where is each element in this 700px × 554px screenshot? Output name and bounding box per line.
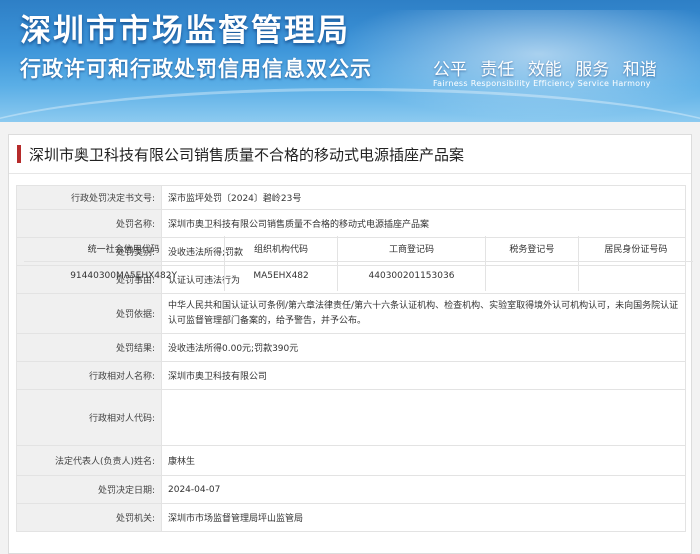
site-subtitle: 行政许可和行政处罚信用信息双公示 bbox=[20, 57, 372, 81]
table-row: 行政处罚决定书文号: 深市监坪处罚〔2024〕碧岭23号 bbox=[16, 185, 686, 210]
slogan: 公平 责任 效能 服务 和谐 bbox=[433, 55, 657, 80]
site-title: 深圳市市场监督管理局 bbox=[20, 13, 350, 49]
header-banner: 深圳市市场监督管理局 行政许可和行政处罚信用信息双公示 公平 责任 效能 服务 … bbox=[0, 0, 700, 122]
business-reg-code: 440300201153036 bbox=[337, 261, 486, 291]
table-row: 处罚依据: 中华人民共和国认证认可条例/第六章法律责任/第六十六条认证机构、检查… bbox=[16, 293, 686, 334]
table-row: 处罚结果: 没收违法所得0.00元;罚款390元 bbox=[16, 333, 686, 362]
field-label: 行政相对人代码: bbox=[16, 389, 162, 446]
slogan-english: Fairness Responsibility Efficiency Servi… bbox=[433, 79, 651, 88]
case-panel: 深圳市奥卫科技有限公司销售质量不合格的移动式电源插座产品案 行政处罚决定书文号:… bbox=[8, 134, 693, 554]
table-row: 处罚决定日期: 2024-04-07 bbox=[16, 475, 686, 504]
party-name: 深圳市奥卫科技有限公司 bbox=[161, 361, 686, 390]
slogan-item: 效能 bbox=[527, 60, 562, 80]
decision-number: 深市监坪处罚〔2024〕碧岭23号 bbox=[161, 185, 686, 210]
penalty-name: 深圳市奥卫科技有限公司销售质量不合格的移动式电源插座产品案 bbox=[161, 209, 686, 238]
slogan-item: 公平 bbox=[433, 60, 467, 80]
code-header: 税务登记号 bbox=[484, 235, 579, 262]
code-header: 工商登记码 bbox=[337, 235, 486, 262]
table-row: 处罚机关: 深圳市市场监督管理局坪山监管局 bbox=[16, 503, 686, 532]
table-row: 法定代表人(负责人)姓名: 康林生 bbox=[16, 445, 686, 476]
credit-code: 91440300MA5EHX482Y bbox=[70, 271, 177, 282]
penalty-basis: 中华人民共和国认证认可条例/第六章法律责任/第六十六条认证机构、检查机构、实验室… bbox=[161, 293, 686, 334]
field-label: 处罚结果: bbox=[16, 333, 162, 362]
id-card-number bbox=[578, 261, 693, 291]
code-header: 居民身份证号码 bbox=[578, 235, 693, 262]
tax-reg-code bbox=[484, 261, 579, 291]
code-header: 统一社会信用代码 bbox=[23, 235, 225, 262]
slogan-item: 责任 bbox=[480, 60, 515, 80]
field-label: 行政相对人名称: bbox=[16, 361, 162, 390]
code-header-row: 统一社会信用代码 组织机构代码 工商登记码 税务登记号 居民身份证号码 bbox=[23, 235, 693, 262]
table-row: 行政相对人名称: 深圳市奥卫科技有限公司 bbox=[16, 361, 686, 390]
penalty-authority: 深圳市市场监督管理局坪山监管局 bbox=[161, 503, 686, 532]
field-label: 行政处罚决定书文号: bbox=[16, 185, 162, 210]
code-header: 组织机构代码 bbox=[223, 235, 338, 262]
decision-date: 2024-04-07 bbox=[161, 475, 686, 504]
title-accent-bar bbox=[17, 145, 21, 163]
case-detail-table: 行政处罚决定书文号: 深市监坪处罚〔2024〕碧岭23号 处罚名称: 深圳市奥卫… bbox=[16, 185, 693, 532]
field-label: 处罚名称: bbox=[16, 209, 162, 238]
code-value-row: 91440300MA5EHX482Y MA5EHX482 44030020115… bbox=[24, 261, 693, 291]
field-label: 法定代表人(负责人)姓名: bbox=[16, 445, 162, 476]
slogan-item: 和谐 bbox=[622, 60, 657, 80]
slogan-item: 服务 bbox=[575, 60, 610, 80]
org-code: MA5EHX482 bbox=[223, 261, 338, 291]
legal-representative: 康林生 bbox=[161, 445, 686, 476]
party-code-table: 统一社会信用代码 组织机构代码 工商登记码 税务登记号 居民身份证号码 9144… bbox=[23, 235, 693, 291]
penalty-result: 没收违法所得0.00元;罚款390元 bbox=[161, 333, 686, 362]
field-label: 处罚依据: bbox=[16, 293, 162, 334]
table-row: 行政相对人代码: 统一社会信用代码 组织机构代码 工商登记码 税务登记号 居民身… bbox=[16, 235, 693, 446]
party-code-cell: 统一社会信用代码 组织机构代码 工商登记码 税务登记号 居民身份证号码 9144… bbox=[23, 235, 693, 446]
field-label: 处罚决定日期: bbox=[16, 475, 162, 504]
case-title: 深圳市奥卫科技有限公司销售质量不合格的移动式电源插座产品案 bbox=[29, 145, 465, 164]
field-label: 处罚机关: bbox=[16, 503, 162, 532]
table-row: 处罚名称: 深圳市奥卫科技有限公司销售质量不合格的移动式电源插座产品案 bbox=[16, 209, 686, 238]
case-title-bar: 深圳市奥卫科技有限公司销售质量不合格的移动式电源插座产品案 bbox=[9, 135, 691, 174]
